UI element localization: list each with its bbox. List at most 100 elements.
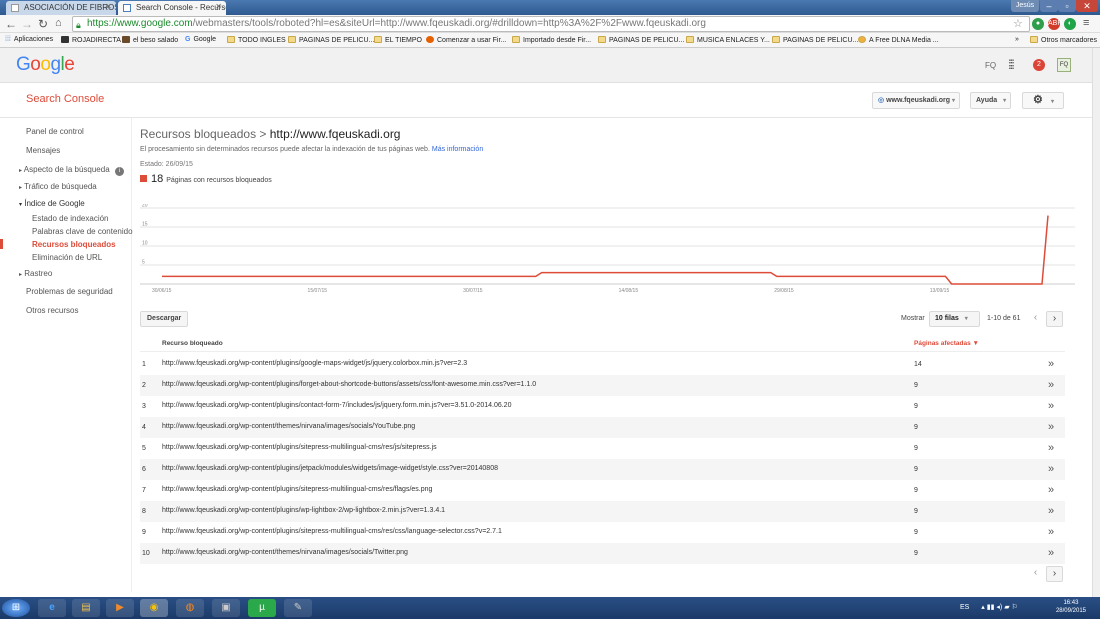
notifications-badge[interactable]: 2	[1033, 59, 1045, 71]
maximize-button[interactable]: ▫	[1058, 0, 1076, 12]
firefox-icon[interactable]: ◍	[176, 599, 204, 617]
column-header-resource[interactable]: Recurso bloqueado	[162, 340, 223, 347]
sidebar-item-blocked-resources[interactable]: Recursos bloqueados	[32, 240, 116, 249]
double-chevron-right-icon[interactable]: »	[1048, 421, 1054, 433]
bookmark-item[interactable]: PAGINAS DE PELICU...	[288, 36, 374, 44]
bookmark-item[interactable]: TODO INGLES	[227, 36, 286, 44]
sidebar-item-remove-urls[interactable]: Eliminación de URL	[32, 253, 102, 262]
double-chevron-right-icon[interactable]: »	[1048, 484, 1054, 496]
extension-icon[interactable]: ◐	[1064, 18, 1076, 30]
language-indicator[interactable]: ES	[960, 604, 969, 611]
sidebar-item-content-keywords[interactable]: Palabras clave de contenido	[32, 227, 133, 236]
other-bookmarks[interactable]: Otros marcadores	[1030, 36, 1097, 44]
sidebar-item-dashboard[interactable]: Panel de control	[26, 127, 84, 136]
bookmark-item[interactable]: MUSICA ENLACES Y...	[686, 36, 770, 44]
bottom-prev-page-button[interactable]: ‹	[1027, 566, 1044, 582]
table-row[interactable]: 9 http://www.fqeuskadi.org/wp-content/plu…	[140, 522, 1065, 543]
page-scrollbar[interactable]	[1092, 48, 1100, 597]
minimize-button[interactable]: ‒	[1040, 0, 1058, 12]
internet-explorer-icon[interactable]: e	[38, 599, 66, 617]
sidebar-item-google-index[interactable]: ▾ Índice de Google	[19, 199, 85, 208]
table-row[interactable]: 3 http://www.fqeuskadi.org/wp-content/plu…	[140, 396, 1065, 417]
bookmark-item[interactable]: G Google	[185, 36, 216, 43]
bookmarks-overflow-button[interactable]: »	[1015, 36, 1019, 43]
column-header-pages[interactable]: Páginas afectadas ▼	[914, 340, 979, 347]
sidebar-item-security-issues[interactable]: Problemas de seguridad	[26, 287, 113, 296]
close-tab-icon[interactable]: ✕	[215, 2, 222, 11]
table-row[interactable]: 5 http://www.fqeuskadi.org/wp-content/plu…	[140, 438, 1065, 459]
bookmark-item[interactable]: Comenzar a usar Fir...	[426, 36, 506, 44]
table-row[interactable]: 4 http://www.fqeuskadi.org/wp-content/the…	[140, 417, 1065, 438]
prev-page-button[interactable]: ‹	[1027, 311, 1044, 327]
tab-asociacion[interactable]: ASOCIACIÓN DE FIBROSI ✕	[6, 1, 116, 15]
bookmark-item[interactable]: ROJADIRECTA	[61, 36, 121, 44]
bookmark-star-icon[interactable]: ☆	[1013, 17, 1023, 30]
tray-icons[interactable]: ▴ ▮▮ ◂) ▰ ⚐	[981, 604, 1018, 611]
site-selector[interactable]: ◎ www.fqeuskadi.org ▾	[872, 92, 960, 109]
rows-per-page-select[interactable]: 10 filas ▾	[929, 311, 980, 327]
bookmark-item[interactable]: PAGINAS DE PELICU...	[598, 36, 684, 44]
sidebar-item-index-status[interactable]: Estado de indexación	[32, 214, 109, 223]
blocked-pages-chart[interactable]: 20 15 10 5 30/06/15 15/07/15 30/07/15 14/08/15 2…	[140, 204, 1075, 300]
file-explorer-icon[interactable]: ▤	[72, 599, 100, 617]
bookmark-item[interactable]: EL TIEMPO	[374, 36, 422, 44]
home-icon[interactable]: ⌂	[55, 17, 62, 29]
bottom-next-page-button[interactable]: ›	[1046, 566, 1063, 582]
paint-icon[interactable]: ✎	[284, 599, 312, 617]
user-initials[interactable]: FQ	[985, 61, 996, 70]
extension-icon[interactable]: ●	[1032, 18, 1044, 30]
forward-arrow-icon[interactable]: →	[21, 17, 33, 31]
start-button[interactable]: ⊞	[2, 599, 30, 617]
utorrent-icon[interactable]: µ	[248, 599, 276, 617]
bookmark-item[interactable]: ⁞⁞⁞ Aplicaciones	[5, 36, 53, 43]
apps-grid-icon[interactable]: ⁞⁞⁞	[1008, 57, 1015, 72]
url-input[interactable]: 🔒︎ https://www.google.com/webmasters/tool…	[72, 16, 1030, 32]
help-button[interactable]: Ayuda ▾	[970, 92, 1011, 109]
sidebar-item-search-appearance[interactable]: ▸ Aspecto de la búsqueda i	[19, 165, 124, 176]
double-chevron-right-icon[interactable]: »	[1048, 463, 1054, 475]
table-row[interactable]: 8 http://www.fqeuskadi.org/wp-content/plu…	[140, 501, 1065, 522]
download-button[interactable]: Descargar	[140, 311, 189, 327]
sidebar-item-search-traffic[interactable]: ▸ Tráfico de búsqueda	[19, 182, 97, 191]
bookmark-item[interactable]: Importado desde Fir...	[512, 36, 591, 44]
double-chevron-right-icon[interactable]: »	[1048, 379, 1054, 391]
double-chevron-right-icon[interactable]: »	[1048, 358, 1054, 370]
app-icon[interactable]: ▣	[212, 599, 240, 617]
double-chevron-right-icon[interactable]: »	[1048, 547, 1054, 559]
sidebar-item-messages[interactable]: Mensajes	[26, 146, 60, 155]
table-row[interactable]: 7 http://www.fqeuskadi.org/wp-content/plu…	[140, 480, 1065, 501]
chart-legend[interactable]: 18 Páginas con recursos bloqueados	[140, 173, 272, 185]
tab-search-console[interactable]: Search Console - Recursos ✕	[118, 1, 226, 15]
double-chevron-right-icon[interactable]: »	[1048, 442, 1054, 454]
menu-icon[interactable]: ≡	[1083, 17, 1089, 29]
sidebar-item-other-resources[interactable]: Otros recursos	[26, 306, 78, 315]
back-arrow-icon[interactable]: ←	[5, 17, 17, 31]
table-row[interactable]: 1 http://www.fqeuskadi.org/wp-content/plu…	[140, 354, 1065, 375]
adblock-icon[interactable]: ABP	[1048, 18, 1062, 30]
table-row[interactable]: 10 http://www.fqeuskadi.org/wp-content/th…	[140, 543, 1065, 564]
bookmark-item[interactable]: el beso salado	[122, 36, 178, 44]
reload-icon[interactable]: ↻	[38, 17, 48, 31]
chrome-icon[interactable]: ◉	[140, 599, 168, 617]
bookmark-item[interactable]: A Free DLNA Media ...	[858, 36, 939, 44]
bookmark-item[interactable]: PAGINAS DE PELICU...	[772, 36, 858, 44]
double-chevron-right-icon[interactable]: »	[1048, 400, 1054, 412]
sidebar-item-crawl[interactable]: ▸ Rastreo	[19, 269, 52, 278]
google-logo[interactable]: Google	[16, 54, 75, 76]
system-clock[interactable]: 16:43 28/09/2015	[1056, 599, 1086, 615]
next-page-button[interactable]: ›	[1046, 311, 1063, 327]
series-line[interactable]	[162, 215, 1049, 285]
user-badge[interactable]: Jesús	[1011, 0, 1039, 12]
media-player-icon[interactable]: ▶	[106, 599, 134, 617]
search-console-title[interactable]: Search Console	[26, 93, 104, 105]
more-info-link[interactable]: Más información	[432, 146, 483, 153]
close-tab-icon[interactable]: ✕	[105, 2, 112, 11]
system-tray[interactable]: ES ▴ ▮▮ ◂) ▰ ⚐	[960, 603, 1018, 611]
info-icon[interactable]: i	[114, 167, 124, 176]
table-row[interactable]: 6 http://www.fqeuskadi.org/wp-content/plu…	[140, 459, 1065, 480]
avatar[interactable]: FQ	[1057, 58, 1071, 72]
close-window-button[interactable]: ✕	[1076, 0, 1098, 12]
table-row[interactable]: 2 http://www.fqeuskadi.org/wp-content/plu…	[140, 375, 1065, 396]
double-chevron-right-icon[interactable]: »	[1048, 505, 1054, 517]
double-chevron-right-icon[interactable]: »	[1048, 526, 1054, 538]
